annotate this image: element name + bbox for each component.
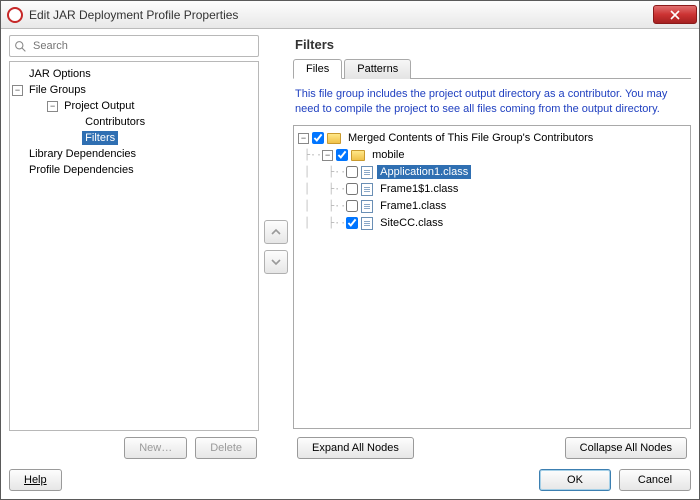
titlebar: Edit JAR Deployment Profile Properties [1, 1, 699, 29]
chevron-down-icon [270, 256, 282, 268]
reorder-column [263, 35, 289, 459]
collapse-icon[interactable]: − [12, 85, 23, 96]
tab-body: This file group includes the project out… [293, 79, 691, 459]
file-tree-row[interactable]: │ ├·· SiteCC.class [298, 215, 686, 232]
close-icon [670, 10, 680, 20]
tree-guide: │ ├·· [298, 167, 346, 178]
move-up-button[interactable] [264, 220, 288, 244]
new-button[interactable]: New… [124, 437, 187, 459]
nav-item[interactable]: Filters [12, 130, 256, 146]
collapse-all-button[interactable]: Collapse All Nodes [565, 437, 687, 459]
file-label: Frame1.class [377, 199, 449, 213]
nav-item[interactable]: −Project Output [12, 98, 256, 114]
file-label: SiteCC.class [377, 216, 446, 230]
tab-bar: Files Patterns [293, 58, 691, 79]
nav-tree-buttons: New… Delete [9, 435, 259, 459]
chevron-up-icon [270, 226, 282, 238]
nav-item-label: Profile Dependencies [26, 163, 137, 177]
file-label: Merged Contents of This File Group's Con… [345, 131, 596, 145]
nav-item[interactable]: Library Dependencies [12, 146, 256, 162]
include-checkbox[interactable] [346, 166, 358, 178]
nav-item[interactable]: −File Groups [12, 82, 256, 98]
right-column: Filters Files Patterns This file group i… [293, 35, 691, 459]
tree-guide [12, 133, 68, 144]
tree-guide: │ ├·· [298, 218, 346, 229]
delete-button[interactable]: Delete [195, 437, 257, 459]
collapse-icon[interactable]: − [322, 150, 333, 161]
include-checkbox[interactable] [346, 217, 358, 229]
file-icon [361, 166, 373, 179]
window-title: Edit JAR Deployment Profile Properties [29, 8, 653, 22]
file-tree[interactable]: − Merged Contents of This File Group's Co… [293, 125, 691, 429]
tree-guide [12, 117, 68, 128]
tree-guide [12, 101, 47, 112]
left-column: JAR Options−File Groups −Project Output … [9, 35, 259, 459]
tree-guide: │ ├·· [298, 201, 346, 212]
nav-item-label: Filters [82, 131, 118, 145]
search-icon [14, 40, 27, 53]
file-icon [361, 183, 373, 196]
file-tree-row[interactable]: │ ├·· Frame1.class [298, 198, 686, 215]
nav-item[interactable]: Profile Dependencies [12, 162, 256, 178]
dialog-body: JAR Options−File Groups −Project Output … [1, 29, 699, 499]
file-label: Frame1$1.class [377, 182, 461, 196]
nav-item-label: JAR Options [26, 67, 94, 81]
ok-button[interactable]: OK [539, 469, 611, 491]
nav-item[interactable]: JAR Options [12, 66, 256, 82]
nav-item-label: Library Dependencies [26, 147, 139, 161]
collapse-icon[interactable]: − [298, 133, 309, 144]
close-button[interactable] [653, 5, 697, 24]
nav-item-label: Project Output [61, 99, 137, 113]
file-tree-row[interactable]: ├··− mobile [298, 147, 686, 164]
dialog-window: Edit JAR Deployment Profile Properties J… [0, 0, 700, 500]
nav-item-label: Contributors [82, 115, 148, 129]
file-icon [361, 200, 373, 213]
search-box[interactable] [9, 35, 259, 57]
nav-tree[interactable]: JAR Options−File Groups −Project Output … [9, 61, 259, 431]
nav-item-label: File Groups [26, 83, 89, 97]
file-label: mobile [369, 148, 407, 162]
app-icon [7, 7, 23, 23]
help-button[interactable]: Help [9, 469, 62, 491]
cancel-button[interactable]: Cancel [619, 469, 691, 491]
include-checkbox[interactable] [336, 149, 348, 161]
tab-files[interactable]: Files [293, 59, 342, 79]
file-label: Application1.class [377, 165, 471, 179]
file-tree-row[interactable]: │ ├·· Frame1$1.class [298, 181, 686, 198]
include-checkbox[interactable] [346, 200, 358, 212]
section-title: Filters [293, 35, 691, 58]
tab-patterns[interactable]: Patterns [344, 59, 411, 79]
hint-text: This file group includes the project out… [293, 87, 691, 125]
include-checkbox[interactable] [346, 183, 358, 195]
collapse-icon[interactable]: − [47, 101, 58, 112]
dialog-footer: Help OK Cancel [9, 465, 691, 491]
folder-icon [351, 150, 365, 161]
file-icon [361, 217, 373, 230]
include-checkbox[interactable] [312, 132, 324, 144]
file-tree-row[interactable]: │ ├·· Application1.class [298, 164, 686, 181]
expand-collapse-row: Expand All Nodes Collapse All Nodes [293, 429, 691, 459]
expand-all-button[interactable]: Expand All Nodes [297, 437, 414, 459]
tree-guide: │ ├·· [298, 184, 346, 195]
nav-item[interactable]: Contributors [12, 114, 256, 130]
folder-icon [327, 133, 341, 144]
main-split: JAR Options−File Groups −Project Output … [9, 35, 691, 459]
file-tree-row[interactable]: − Merged Contents of This File Group's Co… [298, 130, 686, 147]
search-input[interactable] [31, 39, 254, 53]
move-down-button[interactable] [264, 250, 288, 274]
tree-guide: ├·· [298, 150, 322, 161]
